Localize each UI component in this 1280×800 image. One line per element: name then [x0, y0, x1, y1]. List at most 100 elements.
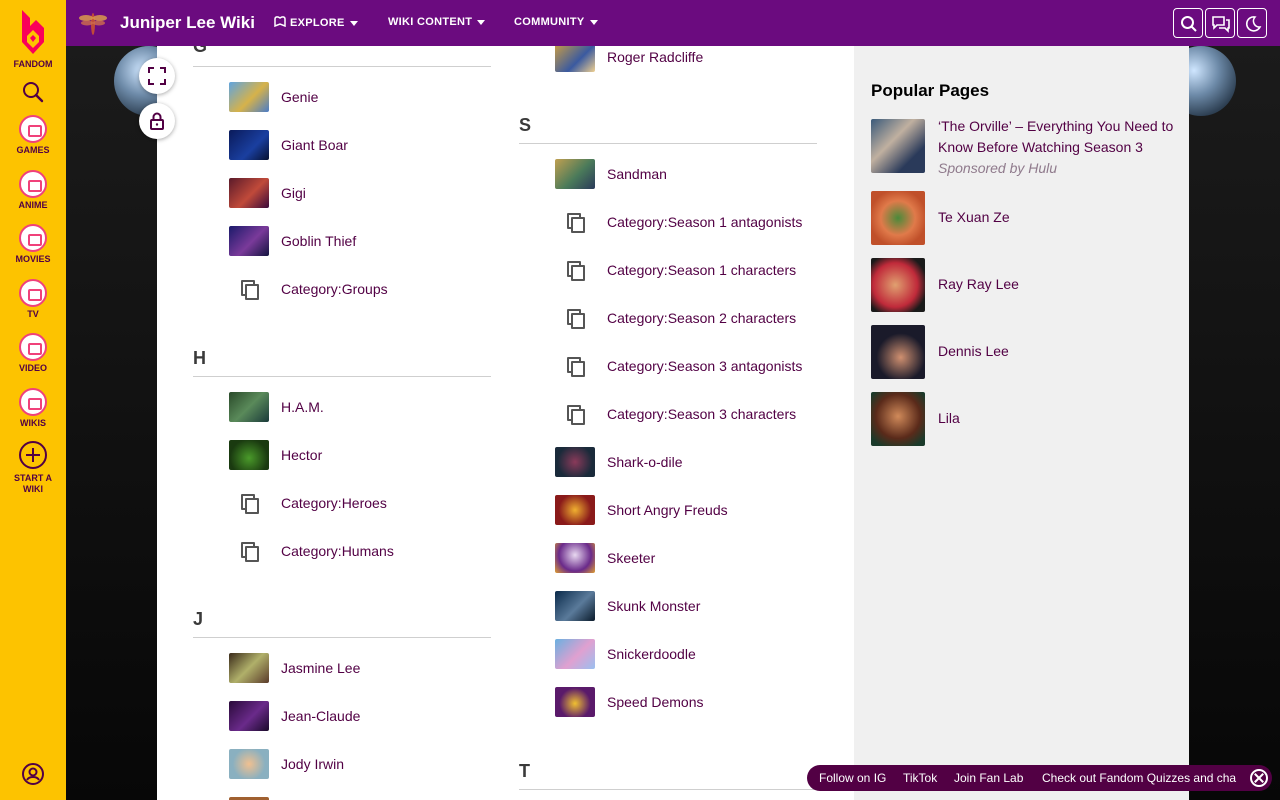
category-member-roger-radcliffe[interactable]: Roger Radcliffe [555, 46, 703, 72]
category-member-short-angry-freuds[interactable]: Short Angry Freuds [555, 495, 728, 525]
start-a-wiki-button[interactable]: START A WIKI [0, 440, 66, 495]
member-link[interactable]: Hector [281, 447, 322, 463]
category-member-sandman[interactable]: Sandman [555, 159, 667, 189]
follow-ig-link[interactable]: Follow on IG [819, 771, 886, 785]
member-link[interactable]: Jean-Claude [281, 708, 360, 724]
nav-community[interactable]: COMMUNITY [514, 16, 598, 28]
category-member-giant-boar[interactable]: Giant Boar [229, 130, 348, 160]
member-link[interactable]: Genie [281, 89, 318, 105]
search-button[interactable] [0, 80, 66, 104]
popular-page-link[interactable]: Dennis Lee [938, 341, 1178, 362]
thumbnail [871, 258, 925, 312]
category-member-gigi[interactable]: Gigi [229, 178, 306, 208]
category-member-speed-demons[interactable]: Speed Demons [555, 687, 704, 717]
category-member-jasmine-lee[interactable]: Jasmine Lee [229, 653, 360, 683]
category-icon [555, 255, 595, 285]
fandom-logo[interactable]: FANDOM [0, 8, 66, 70]
subcategory-heroes[interactable]: Category:Heroes [229, 488, 387, 518]
subcategory-season-1-characters[interactable]: Category:Season 1 characters [555, 255, 796, 285]
subcategory-groups[interactable]: Category:Groups [229, 274, 388, 304]
popular-page-link[interactable]: Te Xuan Ze [938, 207, 1178, 228]
chevron-down-icon [477, 19, 486, 25]
popular-page-link[interactable]: Lila [938, 408, 1178, 429]
wiki-header: Juniper Lee Wiki EXPLORE WIKI CONTENT CO… [66, 0, 1280, 46]
subcategory-season-1-antagonists[interactable]: Category:Season 1 antagonists [555, 207, 802, 237]
popular-page-link[interactable]: ‘The Orville’ – Everything You Need to K… [938, 116, 1178, 158]
nav-explore[interactable]: EXPLORE [274, 16, 358, 29]
fandom-quizzes-link[interactable]: Check out Fandom Quizzes and cha [1042, 771, 1236, 785]
thumbnail [229, 440, 269, 470]
right-rail: Popular Pages ‘The Orville’ – Everything… [854, 46, 1189, 800]
member-link[interactable]: Shark-o-dile [607, 454, 682, 470]
member-link[interactable]: Category:Groups [281, 281, 388, 297]
page-protection-indicator[interactable] [139, 103, 175, 139]
discussions-button[interactable] [1205, 8, 1235, 38]
popular-page-sponsored[interactable]: ‘The Orville’ – Everything You Need to K… [871, 116, 1181, 183]
full-width-toggle[interactable] [139, 58, 175, 94]
member-link[interactable]: Snickerdoodle [607, 646, 696, 662]
subcategory-season-3-characters[interactable]: Category:Season 3 characters [555, 399, 796, 429]
category-member-ham[interactable]: H.A.M. [229, 392, 324, 422]
popular-page-link[interactable]: Ray Ray Lee [938, 274, 1178, 295]
member-link[interactable]: Jasmine Lee [281, 660, 360, 676]
member-link[interactable]: Category:Season 1 characters [607, 262, 796, 278]
section-letter-g: G [193, 46, 208, 56]
subcategory-season-3-antagonists[interactable]: Category:Season 3 antagonists [555, 351, 802, 381]
popular-page-dennis-lee[interactable]: Dennis Lee [871, 325, 1181, 379]
member-link[interactable]: Category:Heroes [281, 495, 387, 511]
member-link[interactable]: Giant Boar [281, 137, 348, 153]
member-link[interactable]: Gigi [281, 185, 306, 201]
rail-item-video[interactable]: VIDEO [0, 333, 66, 374]
category-member-snickerdoodle[interactable]: Snickerdoodle [555, 639, 696, 669]
rail-item-tv[interactable]: TV [0, 279, 66, 320]
section-divider [519, 789, 817, 790]
lock-icon [150, 112, 164, 130]
member-link[interactable]: Category:Humans [281, 543, 394, 559]
popular-page-ray-ray-lee[interactable]: Ray Ray Lee [871, 258, 1181, 312]
rail-item-games[interactable]: GAMES [0, 115, 66, 156]
category-member-jody-irwin[interactable]: Jody Irwin [229, 749, 344, 779]
tiktok-link[interactable]: TikTok [903, 771, 937, 785]
member-link[interactable]: Category:Season 3 antagonists [607, 358, 802, 374]
nav-explore-label: EXPLORE [290, 17, 345, 29]
member-link[interactable]: Skeeter [607, 550, 655, 566]
category-member-skeeter[interactable]: Skeeter [555, 543, 655, 573]
member-link[interactable]: Short Angry Freuds [607, 502, 728, 518]
dark-mode-toggle[interactable] [1237, 8, 1267, 38]
thumbnail [229, 130, 269, 160]
member-link[interactable]: Speed Demons [607, 694, 704, 710]
category-member-shark-o-dile[interactable]: Shark-o-dile [555, 447, 682, 477]
member-link[interactable]: Goblin Thief [281, 233, 356, 249]
category-member-hector[interactable]: Hector [229, 440, 322, 470]
category-member-jean-claude[interactable]: Jean-Claude [229, 701, 360, 731]
chevron-down-icon [589, 19, 598, 25]
rail-item-anime[interactable]: ANIME [0, 170, 66, 211]
moon-icon [1245, 16, 1262, 32]
popular-page-lila[interactable]: Lila [871, 392, 1181, 446]
nav-community-label: COMMUNITY [514, 16, 585, 28]
member-link[interactable]: Roger Radcliffe [607, 49, 703, 65]
account-button[interactable] [0, 762, 66, 786]
member-link[interactable]: Category:Season 3 characters [607, 406, 796, 422]
member-link[interactable]: Category:Season 2 characters [607, 310, 796, 326]
rail-item-movies[interactable]: MOVIES [0, 224, 66, 265]
member-link[interactable]: Jody Irwin [281, 756, 344, 772]
member-link[interactable]: Category:Season 1 antagonists [607, 214, 802, 230]
rail-item-wikis[interactable]: WIKIS [0, 388, 66, 429]
member-link[interactable]: Skunk Monster [607, 598, 700, 614]
member-link[interactable]: Sandman [607, 166, 667, 182]
nav-wiki-content[interactable]: WIKI CONTENT [388, 16, 486, 28]
category-member-goblin-thief[interactable]: Goblin Thief [229, 226, 356, 256]
popular-page-te-xuan-ze[interactable]: Te Xuan Ze [871, 191, 1181, 245]
member-link[interactable]: H.A.M. [281, 399, 324, 415]
subcategory-season-2-characters[interactable]: Category:Season 2 characters [555, 303, 796, 333]
join-fan-lab-link[interactable]: Join Fan Lab [954, 771, 1023, 785]
section-divider [193, 66, 491, 67]
wiki-title[interactable]: Juniper Lee Wiki [120, 13, 255, 33]
dragonfly-logo-icon[interactable] [78, 8, 108, 38]
category-member-skunk-monster[interactable]: Skunk Monster [555, 591, 700, 621]
category-member-genie[interactable]: Genie [229, 82, 318, 112]
close-icon[interactable] [1250, 769, 1268, 787]
wiki-search-button[interactable] [1173, 8, 1203, 38]
subcategory-humans[interactable]: Category:Humans [229, 536, 394, 566]
